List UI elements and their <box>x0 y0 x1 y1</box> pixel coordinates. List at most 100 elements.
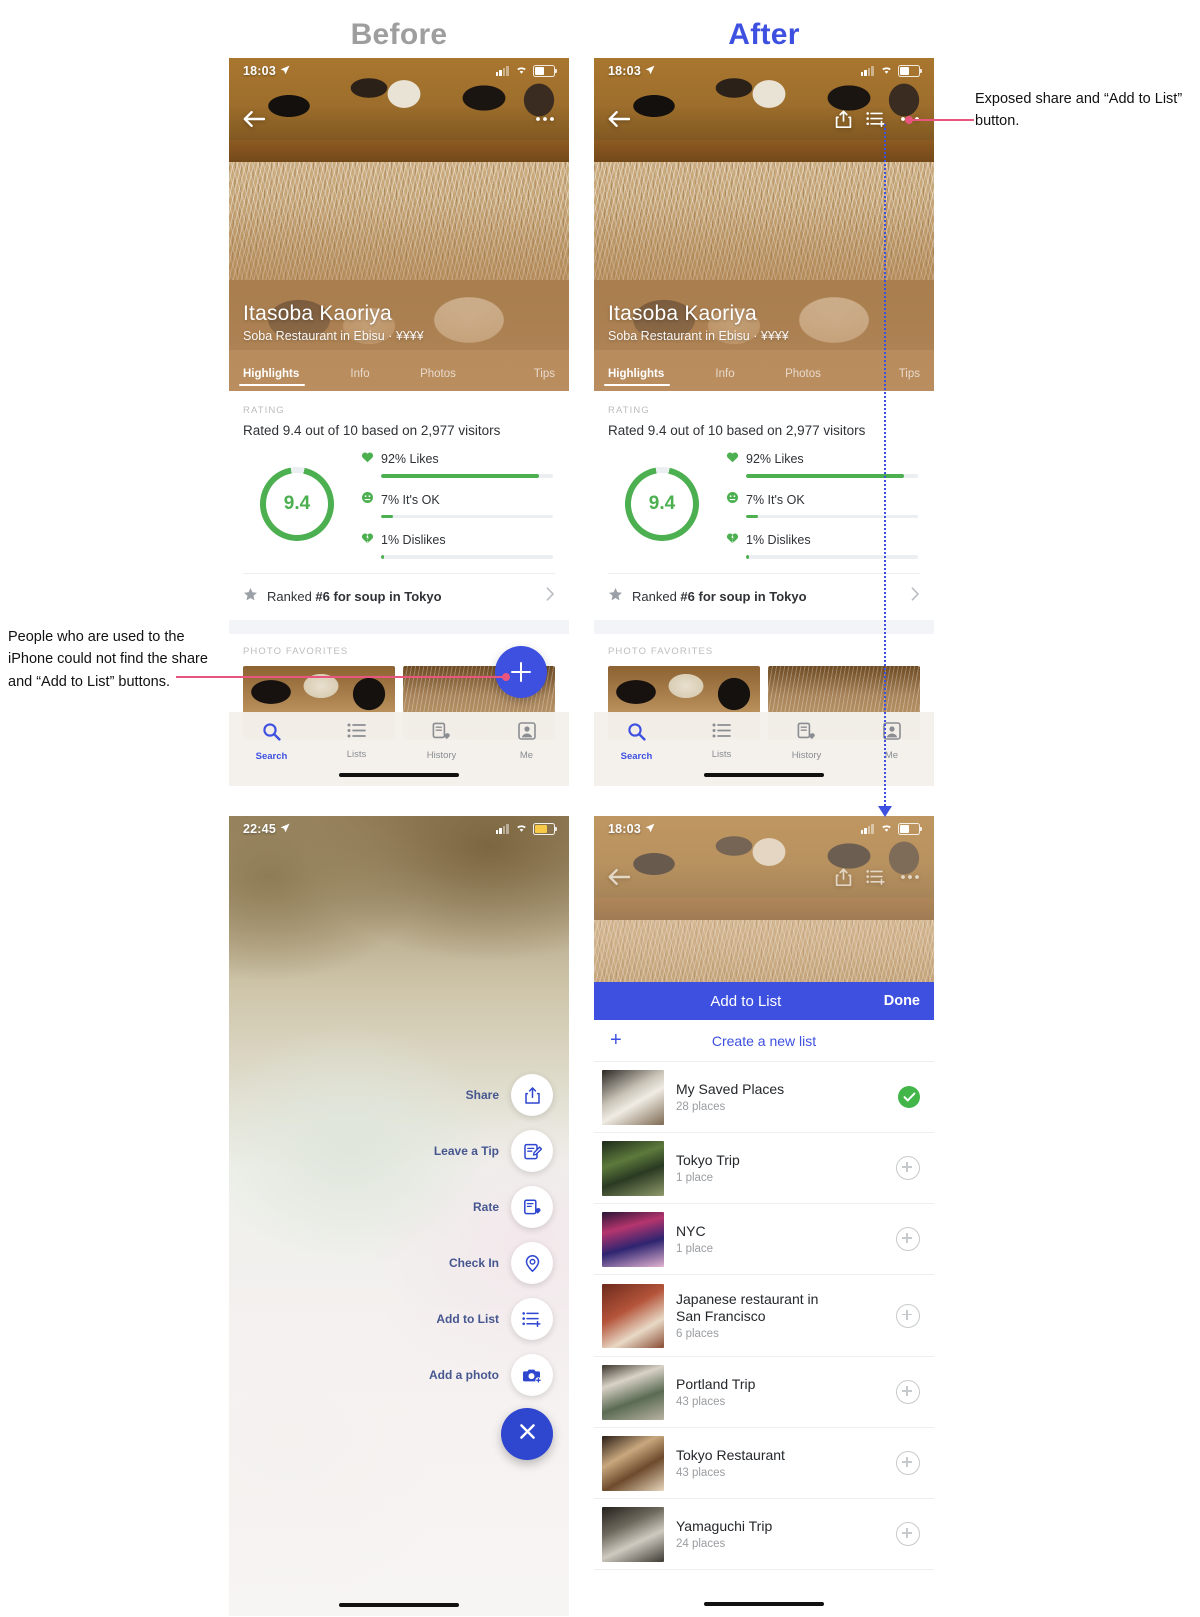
status-bar: 18:03 <box>594 58 934 84</box>
status-bar: 18:03 <box>594 816 934 842</box>
list-thumbnail <box>602 1435 664 1491</box>
neutral-face-icon <box>726 491 739 509</box>
battery-icon <box>898 65 923 77</box>
add-circle-icon[interactable] <box>896 1380 920 1404</box>
list-item[interactable]: Portland Trip 43 places <box>594 1357 934 1428</box>
add-circle-icon[interactable] <box>896 1303 920 1328</box>
history-icon <box>797 722 816 745</box>
action-item-check-in[interactable]: Check In <box>429 1242 553 1284</box>
list-name: NYC <box>676 1222 706 1239</box>
tab-tips[interactable]: Tips <box>842 368 924 386</box>
share-icon[interactable] <box>835 867 852 887</box>
tab-bar-search-label: Search <box>255 751 288 762</box>
annotation-right: Exposed share and “Add to List” button. <box>975 91 1183 130</box>
add-circle-icon[interactable] <box>896 1156 920 1180</box>
rating-ring: 9.4 <box>260 467 334 542</box>
tab-bar-history[interactable]: History <box>399 722 484 761</box>
wifi-icon <box>515 64 528 78</box>
added-check-icon[interactable] <box>898 1086 920 1108</box>
edit-note-icon[interactable] <box>511 1130 553 1172</box>
ranked-prefix: Ranked <box>267 589 316 604</box>
tab-info[interactable]: Info <box>321 368 399 386</box>
tab-bar-lists[interactable]: Lists <box>679 722 764 760</box>
list-item[interactable]: My Saved Places 28 places <box>594 1062 934 1133</box>
action-item-add-to-list[interactable]: Add to List <box>429 1298 553 1340</box>
close-action-menu-button[interactable] <box>501 1408 553 1460</box>
tab-bar-lists-label: Lists <box>346 749 367 760</box>
action-item-leave-a-tip[interactable]: Leave a Tip <box>429 1130 553 1172</box>
action-item-label: Leave a Tip <box>433 1144 499 1158</box>
column-title-after: After <box>728 18 800 51</box>
share-icon[interactable] <box>511 1074 553 1116</box>
bottom-tab-bar: Search Lists History Me <box>594 712 934 786</box>
create-new-list-row[interactable]: + Create a new list <box>594 1020 934 1062</box>
location-arrow-icon <box>645 64 655 78</box>
rating-kicker: RATING <box>243 405 285 416</box>
phone-screen-after: 18:03 Itasoba Kaoriya Soba Restaurant in… <box>594 58 934 786</box>
tab-bar-me-label: Me <box>884 750 899 761</box>
list-item[interactable]: Tokyo Trip 1 place <box>594 1133 934 1204</box>
status-time: 22:45 <box>243 822 276 836</box>
list-place-count: 28 places <box>676 1101 726 1114</box>
list-item[interactable]: Japanese restaurant in San Francisco 6 p… <box>594 1275 934 1357</box>
annotation-left-leader-line <box>176 676 506 678</box>
wifi-icon <box>880 822 893 836</box>
share-icon[interactable] <box>835 109 852 129</box>
annotation-right-leader-dot <box>905 116 913 124</box>
status-time: 18:03 <box>608 64 641 78</box>
done-button[interactable]: Done <box>884 993 920 1009</box>
back-arrow-icon[interactable] <box>608 111 630 127</box>
tab-info[interactable]: Info <box>686 368 764 386</box>
saved-lists: My Saved Places 28 places Tokyo Trip 1 p… <box>594 1062 934 1570</box>
annotation-left: People who are used to the iPhone could … <box>8 629 208 690</box>
ranked-row[interactable]: Ranked #6 for soup in Tokyo <box>594 574 934 620</box>
tab-bar-lists[interactable]: Lists <box>314 722 399 760</box>
breakdown-ok: 7% It's OK <box>361 491 553 518</box>
check-in-pin-icon[interactable] <box>511 1242 553 1284</box>
wifi-icon <box>515 822 528 836</box>
tab-bar-history[interactable]: History <box>764 722 849 761</box>
list-item[interactable]: Yamaguchi Trip 24 places <box>594 1499 934 1570</box>
add-to-list-icon[interactable] <box>866 869 886 885</box>
tab-bar-search[interactable]: Search <box>594 722 679 762</box>
tab-bar-search[interactable]: Search <box>229 722 314 762</box>
neutral-face-icon <box>361 491 374 509</box>
list-item[interactable]: NYC 1 place <box>594 1204 934 1275</box>
battery-icon <box>533 823 558 835</box>
list-item[interactable]: Tokyo Restaurant 43 places <box>594 1428 934 1499</box>
list-text: Tokyo Restaurant 43 places <box>676 1447 884 1479</box>
back-arrow-icon[interactable] <box>608 869 630 885</box>
action-item-share[interactable]: Share <box>429 1074 553 1116</box>
camera-plus-icon[interactable] <box>511 1354 553 1396</box>
chevron-right-icon <box>546 587 555 606</box>
more-ellipsis-icon[interactable] <box>900 874 920 880</box>
ranked-row[interactable]: Ranked #6 for soup in Tokyo <box>229 574 569 620</box>
more-ellipsis-icon[interactable] <box>535 116 555 122</box>
add-to-list-icon[interactable] <box>511 1298 553 1340</box>
rating-breakdown: 92% Likes 7% It's OK 1% Dislikes <box>726 450 920 559</box>
tab-highlights[interactable]: Highlights <box>239 368 321 386</box>
action-item-add-a-photo[interactable]: Add a photo <box>429 1354 553 1396</box>
cellular-signal-icon <box>861 824 875 834</box>
add-circle-icon[interactable] <box>896 1227 920 1251</box>
lists-icon <box>347 722 366 744</box>
action-item-rate[interactable]: Rate <box>429 1186 553 1228</box>
add-circle-icon[interactable] <box>896 1451 920 1475</box>
ranked-text: Ranked #6 for soup in Tokyo <box>632 589 902 604</box>
tab-bar-me[interactable]: Me <box>484 722 569 761</box>
list-name: Tokyo Restaurant <box>676 1446 785 1463</box>
back-arrow-icon[interactable] <box>243 111 265 127</box>
add-to-list-icon[interactable] <box>866 111 886 127</box>
tab-bar-me[interactable]: Me <box>849 722 934 761</box>
tab-tips[interactable]: Tips <box>477 368 559 386</box>
breakdown-dislikes-track <box>746 555 918 559</box>
tab-photos[interactable]: Photos <box>399 368 477 386</box>
tab-highlights[interactable]: Highlights <box>604 368 686 386</box>
tab-photos[interactable]: Photos <box>764 368 842 386</box>
cellular-signal-icon <box>496 66 510 76</box>
list-place-count: 1 place <box>676 1172 714 1185</box>
add-action-fab[interactable] <box>495 646 547 698</box>
rate-heart-icon[interactable] <box>511 1186 553 1228</box>
add-circle-icon[interactable] <box>896 1522 920 1546</box>
hero-nav-row <box>594 104 934 134</box>
